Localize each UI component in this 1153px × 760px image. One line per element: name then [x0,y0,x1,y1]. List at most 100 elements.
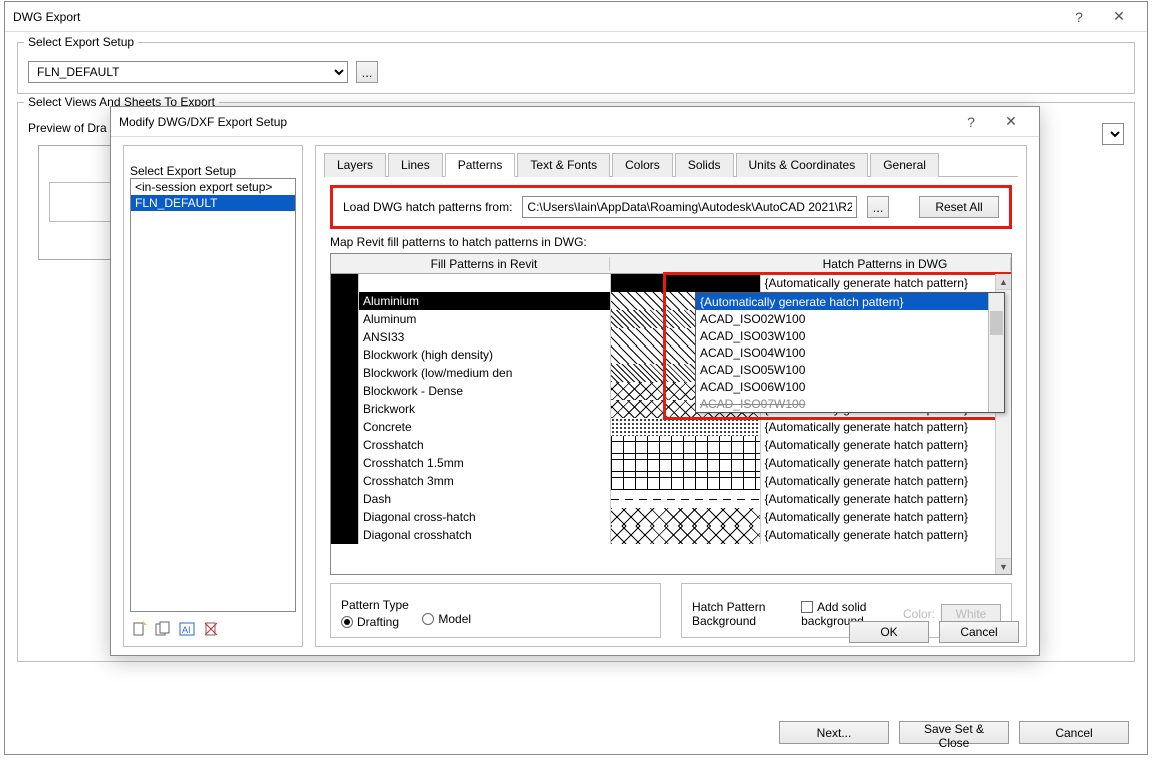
tab-layers[interactable]: Layers [324,153,386,177]
modify-export-setup-dialog: Modify DWG/DXF Export Setup ? ✕ Select E… [110,106,1040,656]
tab-solids[interactable]: Solids [675,153,734,177]
swatch [331,292,359,310]
pattern-preview [611,490,761,508]
hatch-bg-legend: Hatch Pattern Background [692,600,801,628]
dropdown-option[interactable]: {Automatically generate hatch pattern} [696,293,1004,310]
dropdown-option[interactable]: ACAD_ISO03W100 [696,327,1004,344]
delete-setup-icon[interactable] [202,620,220,638]
setup-list[interactable]: <in-session export setup> FLN_DEFAULT [130,178,296,612]
modal-setup-group: Select Export Setup <in-session export s… [123,145,303,647]
tab-units-coordinates[interactable]: Units & Coordinates [736,153,869,177]
save-set-close-button[interactable]: Save Set & Close [899,721,1009,744]
tab-colors[interactable]: Colors [612,153,673,177]
hatch-cell[interactable]: {Automatically generate hatch pattern} [761,472,1012,490]
table-row[interactable]: Crosshatch 1.5mm {Automatically generate … [331,454,1011,472]
dropdown-option[interactable]: ACAD_ISO02W100 [696,310,1004,327]
outer-select-export-group: Select Export Setup FLN_DEFAULT ... [17,42,1135,94]
hatch-cell[interactable]: {Automatically generate hatch pattern} [761,418,1012,436]
tab-lines[interactable]: Lines [388,153,443,177]
scroll-up-icon[interactable]: ▲ [996,274,1011,290]
pattern-preview [611,526,761,544]
dropdown-option[interactable]: ACAD_ISO07W100 [696,395,1004,412]
pattern-type-group: Pattern Type Drafting Model [330,583,661,638]
tabs: Layers Lines Patterns Text & Fonts Color… [324,152,1018,177]
swatch [331,328,359,346]
outer-view-filter-select[interactable] [1102,123,1124,145]
rename-setup-icon[interactable]: AI [178,620,196,638]
tab-general[interactable]: General [870,153,939,177]
table-row[interactable]: {Automatically generate hatch pattern} [331,274,1011,292]
outer-setup-select[interactable]: FLN_DEFAULT [28,61,348,83]
fill-pattern-name: Blockwork (high density) [359,346,611,364]
help-button[interactable]: ? [1059,3,1099,31]
table-row[interactable]: Crosshatch {Automatically generate hatch … [331,436,1011,454]
table-row[interactable]: Dash{Automatically generate hatch patter… [331,490,1011,508]
next-button[interactable]: Next... [779,721,889,744]
pattern-preview [611,472,761,490]
swatch [331,310,359,328]
modal-close-button[interactable]: ✕ [991,108,1031,136]
radio-model[interactable]: Model [422,612,471,626]
table-row[interactable]: Diagonal crosshatch {Automatically genera… [331,526,1011,544]
tab-text-fonts[interactable]: Text & Fonts [517,153,610,177]
col-revit: Fill Patterns in Revit [359,257,610,271]
fill-pattern-name: Diagonal crosshatch [359,526,611,544]
hatch-cell[interactable]: {Automatically generate hatch pattern} [761,436,1012,454]
modal-help-button[interactable]: ? [951,108,991,136]
setup-item-fln-default[interactable]: FLN_DEFAULT [131,195,295,211]
swatch [331,490,359,508]
modal-titlebar: Modify DWG/DXF Export Setup ? ✕ [111,107,1039,137]
outer-titlebar: DWG Export ? ✕ [5,2,1147,32]
swatch [331,472,359,490]
hatch-cell[interactable]: {Automatically generate hatch pattern} [761,526,1012,544]
hatch-cell[interactable]: {Automatically generate hatch pattern} [761,454,1012,472]
swatch [331,274,359,292]
fill-pattern-name: Diagonal cross-hatch [359,508,611,526]
hatch-dropdown[interactable]: {Automatically generate hatch pattern} A… [695,292,1005,413]
hatch-cell[interactable]: {Automatically generate hatch pattern} [761,490,1012,508]
dropdown-scrollbar[interactable] [988,293,1004,412]
swatch [331,454,359,472]
radio-drafting[interactable]: Drafting [341,615,399,629]
outer-setup-browse-button[interactable]: ... [356,61,378,83]
fill-pattern-name: Brickwork [359,400,611,418]
modal-ok-button[interactable]: OK [849,621,929,643]
modal-title: Modify DWG/DXF Export Setup [119,115,951,129]
outer-title: DWG Export [13,10,1059,24]
fill-pattern-name: Crosshatch 1.5mm [359,454,611,472]
pattern-preview [611,454,761,472]
setup-item-insession[interactable]: <in-session export setup> [131,179,295,195]
load-label: Load DWG hatch patterns from: [343,200,512,214]
duplicate-setup-icon[interactable] [154,620,172,638]
load-path-input[interactable] [522,196,857,218]
fill-pattern-name: Blockwork (low/medium den [359,364,611,382]
pattern-preview [611,436,761,454]
browse-path-button[interactable]: ... [867,196,889,218]
tab-patterns[interactable]: Patterns [445,153,516,177]
dropdown-option[interactable]: ACAD_ISO04W100 [696,344,1004,361]
map-label: Map Revit fill patterns to hatch pattern… [330,235,1012,249]
table-row[interactable]: Concrete {Automatically generate hatch pa… [331,418,1011,436]
cancel-button[interactable]: Cancel [1019,721,1129,744]
table-row[interactable]: Crosshatch 3mm{Automatically generate ha… [331,472,1011,490]
setup-toolbar: AI [130,620,296,638]
hatch-cell[interactable]: {Automatically generate hatch pattern} [761,274,1012,292]
fill-pattern-name: Aluminium [359,292,611,310]
swatch [331,364,359,382]
dropdown-option[interactable]: ACAD_ISO05W100 [696,361,1004,378]
table-header: Fill Patterns in Revit Hatch Patterns in… [331,254,1011,274]
modal-cancel-button[interactable]: Cancel [939,621,1019,643]
table-row[interactable]: Diagonal cross-hatch {Automatically gener… [331,508,1011,526]
fill-pattern-name: Crosshatch [359,436,611,454]
close-button[interactable]: ✕ [1099,3,1139,31]
fill-pattern-name [359,274,611,292]
hatch-cell[interactable]: {Automatically generate hatch pattern} [761,508,1012,526]
fill-pattern-name: Concrete [359,418,611,436]
dropdown-option[interactable]: ACAD_ISO06W100 [696,378,1004,395]
swatch [331,382,359,400]
scroll-down-icon[interactable]: ▼ [996,558,1011,574]
new-setup-icon[interactable] [130,620,148,638]
modal-right-panel: Layers Lines Patterns Text & Fonts Color… [315,145,1027,647]
swatch [331,526,359,544]
reset-all-button[interactable]: Reset All [919,196,999,218]
